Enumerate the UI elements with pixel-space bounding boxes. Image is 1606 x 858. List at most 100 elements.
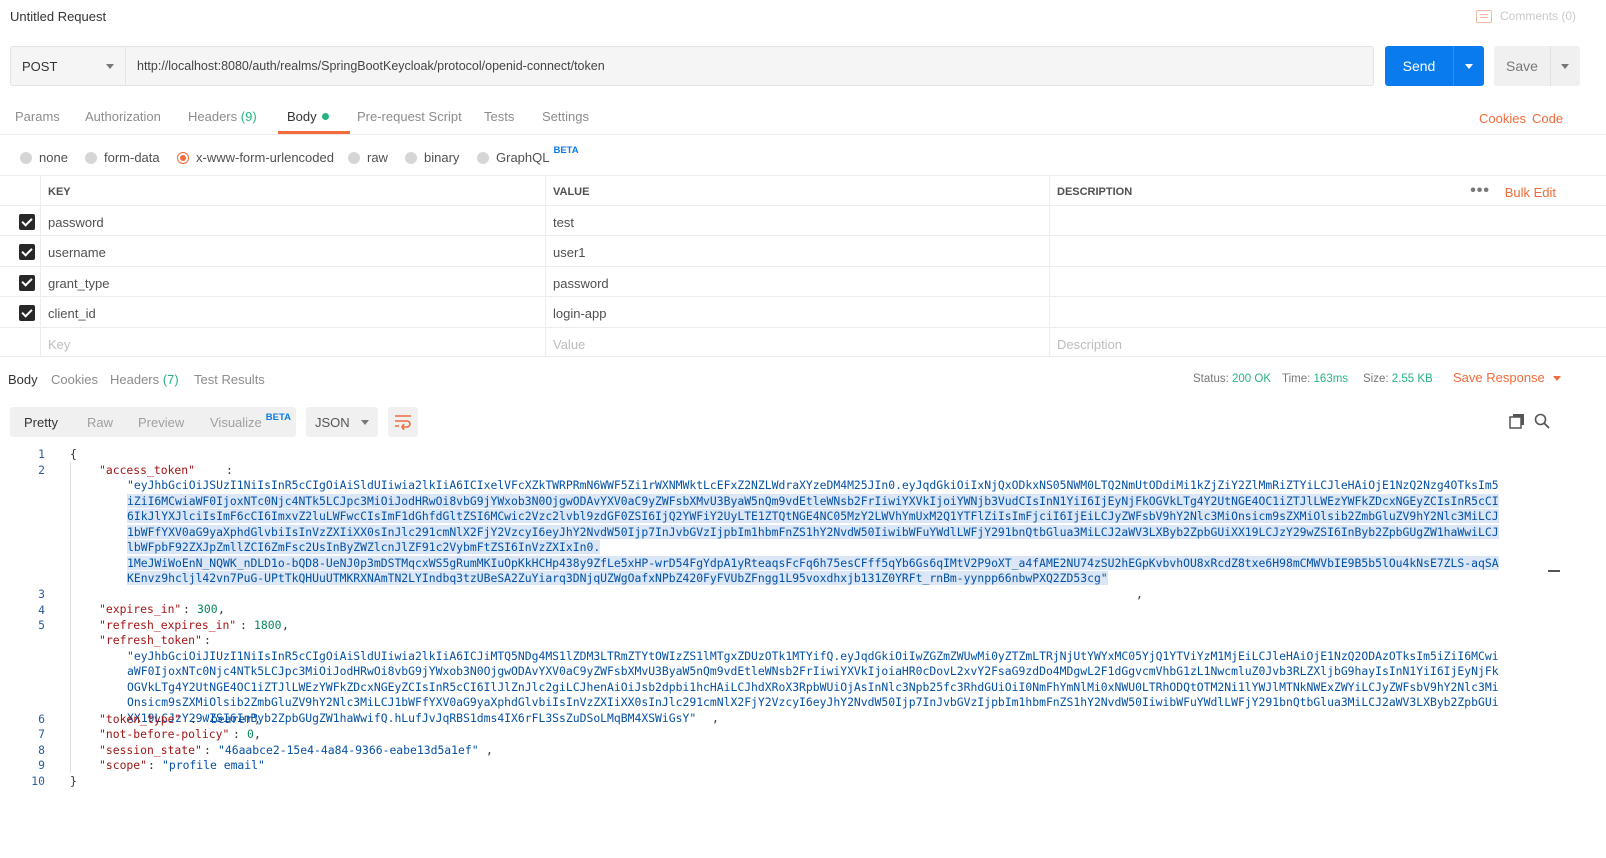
new-key-input[interactable]: Key [40, 327, 545, 356]
format-select[interactable]: JSON [306, 407, 378, 437]
view-visualize[interactable]: Visualize BETA [210, 412, 291, 430]
chevron-down-icon [106, 64, 114, 69]
description-cell[interactable] [1049, 297, 1606, 327]
tab-params[interactable]: Params [15, 109, 60, 124]
json-comma: , [282, 617, 289, 632]
send-button[interactable]: Send [1385, 46, 1484, 86]
json-colon: : [240, 617, 254, 632]
description-cell[interactable] [1049, 266, 1606, 297]
body-type-radios: none form-data x-www-form-urlencoded raw… [0, 145, 1606, 170]
table-row: client_id login-app [0, 296, 1606, 327]
column-key: KEY [40, 176, 545, 205]
response-headers-count: (7) [162, 372, 179, 387]
view-preview[interactable]: Preview [138, 415, 184, 430]
line-number: 7 [38, 727, 45, 741]
json-comma: , [712, 710, 719, 725]
title-bar: Untitled Request Comments (0) [0, 0, 1606, 34]
line-number: 2 [38, 462, 45, 477]
wrap-lines-button[interactable] [388, 407, 418, 437]
more-options-icon[interactable]: ••• [1470, 182, 1490, 200]
json-key: "token_type" [99, 711, 182, 726]
radio-graphql[interactable]: GraphQL BETA [477, 145, 579, 165]
key-cell[interactable]: password [40, 206, 545, 236]
tab-tests[interactable]: Tests [484, 109, 514, 124]
cookies-link[interactable]: Cookies [1479, 111, 1526, 126]
save-label: Save [1506, 58, 1538, 74]
code-link[interactable]: Code [1532, 111, 1563, 126]
json-comma: , [1136, 586, 1143, 601]
save-response-button[interactable]: Save Response [1453, 370, 1561, 385]
tab-settings[interactable]: Settings [542, 109, 589, 124]
value-cell[interactable]: test [545, 206, 1049, 236]
new-value-input[interactable]: Value [545, 327, 1049, 356]
tab-headers-label: Headers [188, 109, 238, 124]
indent-guide [70, 462, 71, 773]
json-colon: : [204, 742, 218, 757]
view-pretty[interactable]: Pretty [24, 415, 58, 430]
json-colon: : [233, 727, 247, 741]
row-checkbox[interactable] [19, 305, 35, 322]
row-checkbox[interactable] [19, 244, 35, 261]
json-colon: : [148, 758, 162, 772]
time-readout[interactable]: Time: 163ms [1282, 373, 1348, 385]
column-description: DESCRIPTION ••• Bulk Edit [1049, 176, 1606, 205]
access-token-line: 1bWFfYXV0aG9yaXphdGlvbiIsInVzZXIiXX0sInJ… [127, 524, 1499, 539]
response-tab-headers[interactable]: Headers (7) [110, 372, 179, 387]
radio-urlencoded[interactable]: x-www-form-urlencoded [177, 150, 334, 165]
save-button[interactable]: Save [1494, 46, 1580, 86]
value-cell[interactable]: login-app [545, 297, 1049, 327]
search-icon[interactable] [1534, 413, 1550, 429]
column-value: VALUE [545, 176, 1049, 205]
copy-icon[interactable] [1509, 413, 1525, 429]
radio-urlencoded-label: x-www-form-urlencoded [196, 150, 334, 165]
row-checkbox[interactable] [19, 274, 35, 291]
response-tab-test-results[interactable]: Test Results [194, 372, 265, 387]
key-cell[interactable]: client_id [40, 297, 545, 327]
value-cell[interactable]: password [545, 266, 1049, 297]
response-tab-cookies[interactable]: Cookies [51, 372, 98, 387]
size-readout[interactable]: Size: 2.55 KB [1363, 373, 1433, 385]
json-colon: : [204, 633, 211, 647]
radio-form-data-label: form-data [104, 150, 160, 165]
tab-pre-request-script[interactable]: Pre-request Script [357, 109, 462, 124]
save-options-chevron-icon[interactable] [1561, 64, 1569, 69]
time-value: 163ms [1313, 373, 1349, 385]
code-line: } [70, 773, 77, 788]
radio-binary[interactable]: binary [405, 150, 459, 165]
response-headers-label: Headers [110, 372, 160, 387]
radio-circle [477, 151, 489, 164]
radio-form-data[interactable]: form-data [85, 150, 160, 165]
key-cell[interactable]: grant_type [40, 266, 545, 297]
radio-none[interactable]: none [20, 150, 68, 165]
value-cell[interactable]: user1 [545, 236, 1049, 266]
save-response-label: Save Response [1453, 370, 1545, 385]
status-readout[interactable]: Status: 200 OK [1193, 373, 1271, 385]
refresh-token-line: Onsicm9sZXMiOlsib2ZmbGluZV9hY2Nlc3MiLCJ1… [127, 695, 1499, 709]
bulk-edit-link[interactable]: Bulk Edit [1505, 185, 1556, 200]
tab-body[interactable]: Body [287, 109, 329, 124]
send-options-chevron-icon[interactable] [1465, 64, 1473, 69]
line-number: 8 [38, 742, 45, 757]
send-label: Send [1402, 58, 1436, 74]
description-cell[interactable] [1049, 236, 1606, 266]
comments-button[interactable]: Comments (0) [1475, 9, 1576, 23]
method-select[interactable]: POST [10, 46, 126, 86]
new-description-input[interactable]: Description [1049, 327, 1606, 356]
scroll-position-marker [1548, 570, 1560, 572]
radio-raw[interactable]: raw [348, 150, 388, 165]
description-cell[interactable] [1049, 206, 1606, 236]
response-tab-body[interactable]: Body [8, 372, 38, 387]
json-string: "bearer" [204, 711, 259, 726]
url-input[interactable]: http://localhost:8080/auth/realms/Spring… [126, 46, 1374, 86]
radio-none-label: none [39, 150, 68, 165]
time-label: Time: [1282, 373, 1311, 385]
chevron-down-icon [1552, 376, 1561, 381]
code-line: { [70, 447, 77, 461]
row-checkbox[interactable] [19, 214, 35, 230]
view-raw[interactable]: Raw [87, 415, 113, 430]
json-string: "profile email" [162, 758, 265, 772]
request-title[interactable]: Untitled Request [10, 9, 106, 24]
tab-authorization[interactable]: Authorization [85, 109, 161, 124]
key-cell[interactable]: username [40, 236, 545, 266]
tab-headers[interactable]: Headers (9) [188, 109, 257, 124]
